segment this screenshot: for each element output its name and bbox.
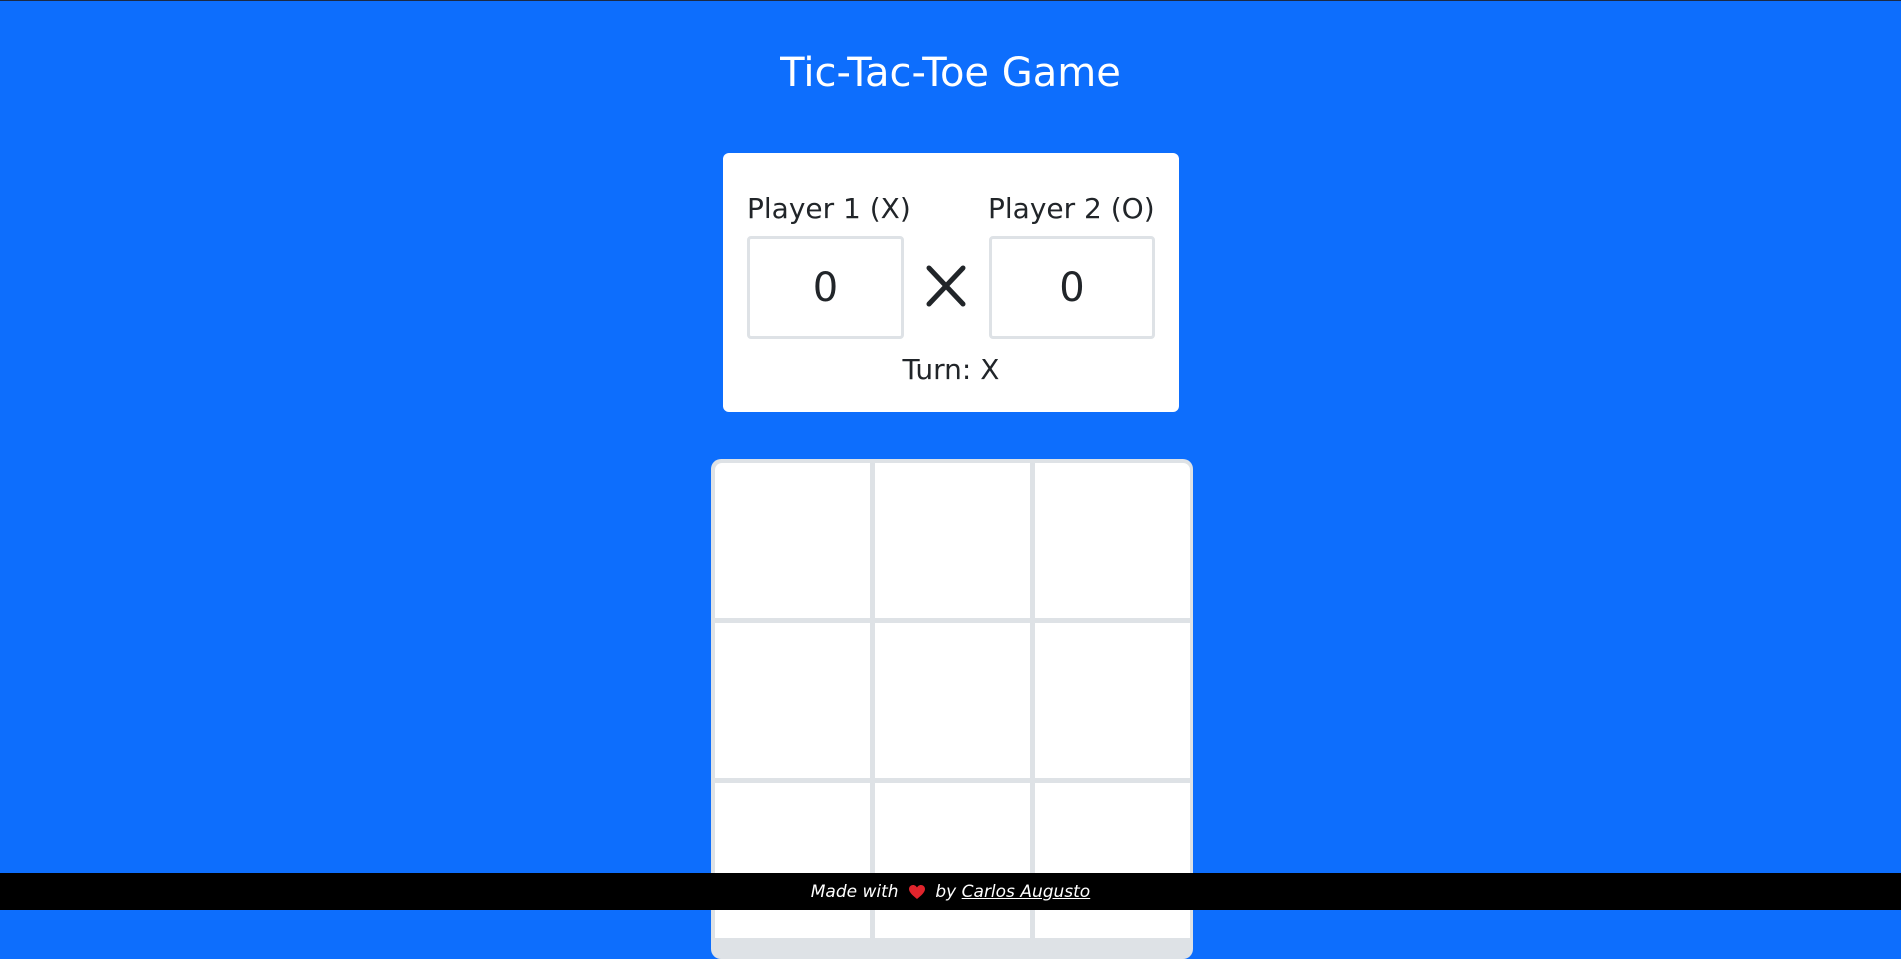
board-cell-6[interactable] — [1035, 623, 1190, 778]
player1-score: 0 — [747, 236, 904, 339]
footer: Made with by Carlos Augusto — [0, 873, 1901, 910]
board-cell-7[interactable] — [715, 783, 870, 938]
board-cell-4[interactable] — [715, 623, 870, 778]
player2-score: 0 — [989, 236, 1155, 339]
board-cell-5[interactable] — [875, 623, 1030, 778]
footer-by: by — [929, 881, 962, 902]
author-link[interactable]: Carlos Augusto — [962, 882, 1091, 902]
page-title: Tic-Tac-Toe Game — [780, 50, 1121, 96]
board-cell-1[interactable] — [715, 463, 870, 618]
footer-made-with: Made with — [810, 881, 904, 902]
board-cell-8[interactable] — [875, 783, 1030, 938]
x-icon — [926, 265, 966, 307]
scoreboard: Player 1 (X) Player 2 (O) 0 0 Turn: X — [723, 153, 1179, 412]
board-cell-2[interactable] — [875, 463, 1030, 618]
turn-indicator: Turn: X — [902, 353, 1000, 386]
heart-icon — [908, 884, 925, 899]
top-border — [0, 0, 1901, 1]
player2-label: Player 2 (O) — [988, 192, 1155, 225]
player1-label: Player 1 (X) — [747, 192, 911, 225]
board-cell-9[interactable] — [1035, 783, 1190, 938]
board-cell-3[interactable] — [1035, 463, 1190, 618]
